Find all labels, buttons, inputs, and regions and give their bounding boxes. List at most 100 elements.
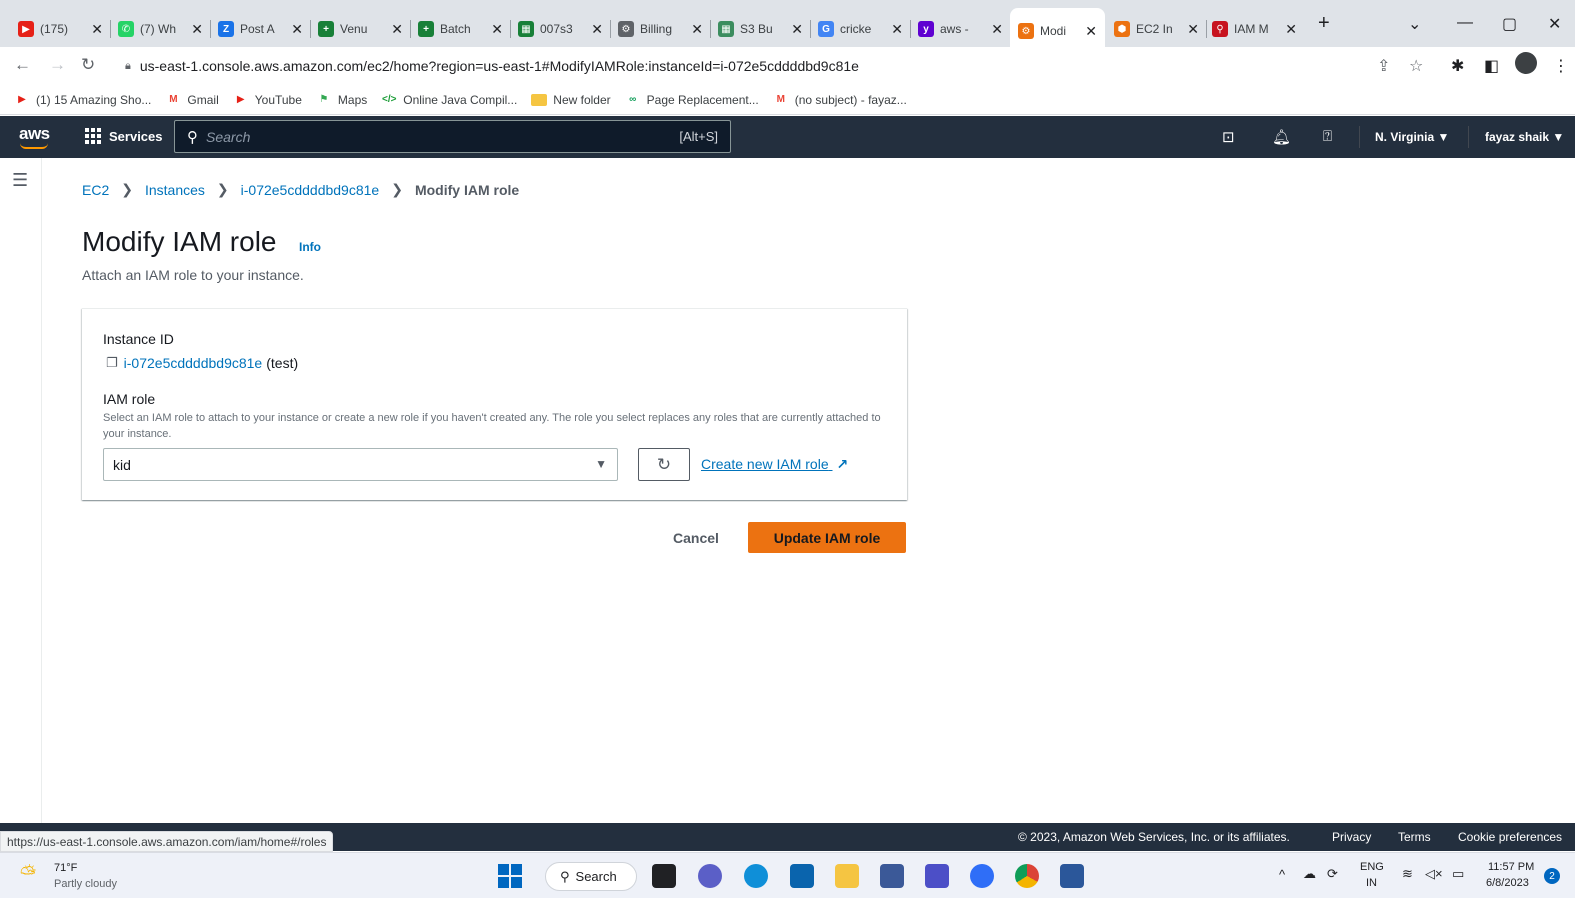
onedrive-icon[interactable]: ☁ bbox=[1303, 866, 1316, 882]
browser-tab[interactable]: y aws - ✕ bbox=[918, 14, 1003, 44]
mail-icon[interactable] bbox=[790, 864, 814, 888]
minimize-icon[interactable]: — bbox=[1457, 14, 1473, 32]
tab-close-icon[interactable]: ✕ bbox=[1187, 21, 1199, 38]
breadcrumb-link[interactable]: EC2 bbox=[82, 182, 109, 198]
tab-close-icon[interactable]: ✕ bbox=[991, 21, 1003, 38]
share-icon[interactable]: ⇪ bbox=[1377, 56, 1390, 76]
privacy-link[interactable]: Privacy bbox=[1332, 830, 1371, 844]
bookmark-item[interactable]: M (no subject) - fayaz... bbox=[773, 93, 907, 107]
browser-tab[interactable]: ✆ (7) Wh ✕ bbox=[118, 14, 203, 44]
tab-close-icon[interactable]: ✕ bbox=[391, 21, 403, 38]
menu-kebab-icon[interactable]: ⋮ bbox=[1553, 56, 1569, 76]
volume-icon[interactable]: ◁× bbox=[1425, 866, 1443, 882]
create-new-iam-role-link[interactable]: Create new IAM role ↗ bbox=[701, 456, 848, 473]
tab-close-icon[interactable]: ✕ bbox=[791, 21, 803, 38]
tab-close-icon[interactable]: ✕ bbox=[691, 21, 703, 38]
settings-app-icon[interactable] bbox=[970, 864, 994, 888]
info-link[interactable]: Info bbox=[299, 240, 321, 254]
browser-tab[interactable]: ⚙ Billing ✕ bbox=[618, 14, 703, 44]
region-selector[interactable]: N. Virginia ▼ bbox=[1375, 130, 1449, 144]
bookmark-item[interactable]: ∞ Page Replacement... bbox=[625, 93, 759, 107]
tab-close-icon[interactable]: ✕ bbox=[891, 21, 903, 38]
browser-tab[interactable]: ▦ 007s3 ✕ bbox=[518, 14, 603, 44]
aws-logo[interactable]: aws bbox=[19, 124, 50, 149]
clock-date[interactable]: 6/8/2023 bbox=[1486, 877, 1529, 889]
tab-close-icon[interactable]: ✕ bbox=[191, 21, 203, 38]
browser-tab[interactable]: ⚲ IAM M ✕ bbox=[1212, 14, 1297, 44]
weather-desc[interactable]: Partly cloudy bbox=[54, 878, 117, 890]
cookie-preferences-link[interactable]: Cookie preferences bbox=[1458, 830, 1562, 844]
browser-tab[interactable]: ▶ (175) ✕ bbox=[18, 14, 103, 44]
update-iam-role-button[interactable]: Update IAM role bbox=[748, 522, 906, 553]
back-icon[interactable]: ← bbox=[14, 55, 31, 75]
language-bottom[interactable]: IN bbox=[1366, 877, 1377, 889]
bookmark-item[interactable]: ⚑ Maps bbox=[316, 93, 367, 107]
tab-close-icon[interactable]: ✕ bbox=[1085, 23, 1097, 40]
chrome-icon[interactable] bbox=[1015, 864, 1039, 888]
chat-icon[interactable] bbox=[698, 864, 722, 888]
tab-close-icon[interactable]: ✕ bbox=[1285, 21, 1297, 38]
notifications-bell-icon[interactable]: 🔔︎ bbox=[1272, 128, 1291, 146]
breadcrumb-link[interactable]: Instances bbox=[145, 182, 205, 198]
bookmark-item[interactable]: </> Online Java Compil... bbox=[381, 93, 517, 107]
url-bar[interactable]: 🔒︎ us-east-1.console.aws.amazon.com/ec2/… bbox=[113, 51, 1575, 81]
cancel-button[interactable]: Cancel bbox=[664, 522, 728, 553]
tab-close-icon[interactable]: ✕ bbox=[291, 21, 303, 38]
edge-icon[interactable] bbox=[744, 864, 768, 888]
instance-id-link[interactable]: i-072e5cddddbd9c81e bbox=[124, 355, 263, 371]
new-tab-button[interactable]: + bbox=[1318, 12, 1330, 35]
tab-search-icon[interactable]: ⌄ bbox=[1408, 14, 1421, 34]
bookmark-icon bbox=[531, 93, 548, 106]
browser-tab[interactable]: ▦ S3 Bu ✕ bbox=[718, 14, 803, 44]
help-icon[interactable]: ⍰ bbox=[1323, 128, 1332, 145]
refresh-roles-button[interactable]: ↻ bbox=[638, 448, 690, 481]
close-window-icon[interactable]: ✕ bbox=[1548, 14, 1561, 34]
browser-tab[interactable]: + Batch ✕ bbox=[418, 14, 503, 44]
bookmark-star-icon[interactable]: ☆ bbox=[1409, 56, 1423, 76]
search-placeholder: Search bbox=[206, 128, 251, 145]
browser-tab[interactable]: ⬢ EC2 In ✕ bbox=[1114, 14, 1199, 44]
windows-start-icon[interactable] bbox=[498, 864, 522, 888]
aws-search-input[interactable]: ⚲ Search [Alt+S] bbox=[174, 120, 731, 153]
notification-badge[interactable]: 2 bbox=[1544, 868, 1560, 884]
weather-icon[interactable]: ⛅︎ bbox=[20, 863, 36, 886]
browser-tab[interactable]: Z Post A ✕ bbox=[218, 14, 303, 44]
hamburger-menu-icon[interactable]: ☰ bbox=[12, 170, 28, 191]
extensions-icon[interactable]: ✱ bbox=[1451, 56, 1464, 76]
bookmark-item[interactable]: New folder bbox=[531, 93, 611, 107]
browser-tab[interactable]: Gcricke ✕ bbox=[818, 14, 903, 44]
side-panel-icon[interactable]: ◧ bbox=[1484, 56, 1499, 76]
copy-icon[interactable]: ❐ bbox=[106, 355, 118, 371]
maximize-icon[interactable]: ▢ bbox=[1502, 14, 1517, 34]
store-icon[interactable] bbox=[880, 864, 904, 888]
tray-overflow-icon[interactable]: ^ bbox=[1279, 867, 1285, 882]
reload-icon[interactable]: ↻ bbox=[81, 55, 95, 75]
file-explorer-icon[interactable] bbox=[835, 864, 859, 888]
word-icon[interactable] bbox=[1060, 864, 1084, 888]
clock-time[interactable]: 11:57 PM bbox=[1488, 861, 1534, 873]
profile-avatar[interactable] bbox=[1515, 52, 1537, 74]
cloudshell-icon[interactable]: ⊡ bbox=[1222, 128, 1235, 146]
tab-close-icon[interactable]: ✕ bbox=[91, 21, 103, 38]
battery-icon[interactable]: ▭ bbox=[1452, 866, 1464, 882]
tab-close-icon[interactable]: ✕ bbox=[591, 21, 603, 38]
language-top[interactable]: ENG bbox=[1360, 861, 1384, 873]
weather-temp[interactable]: 71°F bbox=[54, 862, 77, 874]
account-menu[interactable]: fayaz shaik ▼ bbox=[1485, 130, 1564, 144]
wifi-icon[interactable]: ≋ bbox=[1402, 866, 1413, 882]
bookmark-item[interactable]: ▶ (1) 15 Amazing Sho... bbox=[14, 93, 151, 107]
tab-close-icon[interactable]: ✕ bbox=[491, 21, 503, 38]
tab-favicon-icon: + bbox=[318, 21, 334, 37]
services-menu-button[interactable]: Services bbox=[85, 128, 163, 144]
iam-role-select[interactable]: kid ▼ bbox=[103, 448, 618, 481]
bookmark-item[interactable]: ▶ YouTube bbox=[233, 93, 302, 107]
taskbar-search[interactable]: ⚲ Search bbox=[545, 862, 637, 891]
bookmark-item[interactable]: M Gmail bbox=[165, 93, 219, 107]
task-view-icon[interactable] bbox=[652, 864, 676, 888]
forward-icon[interactable]: → bbox=[49, 55, 66, 75]
sync-icon[interactable]: ⟳ bbox=[1327, 866, 1338, 882]
visual-studio-icon[interactable] bbox=[925, 864, 949, 888]
browser-tab[interactable]: + Venu ✕ bbox=[318, 14, 403, 44]
terms-link[interactable]: Terms bbox=[1398, 830, 1431, 844]
breadcrumb-link[interactable]: i-072e5cddddbd9c81e bbox=[241, 182, 380, 198]
